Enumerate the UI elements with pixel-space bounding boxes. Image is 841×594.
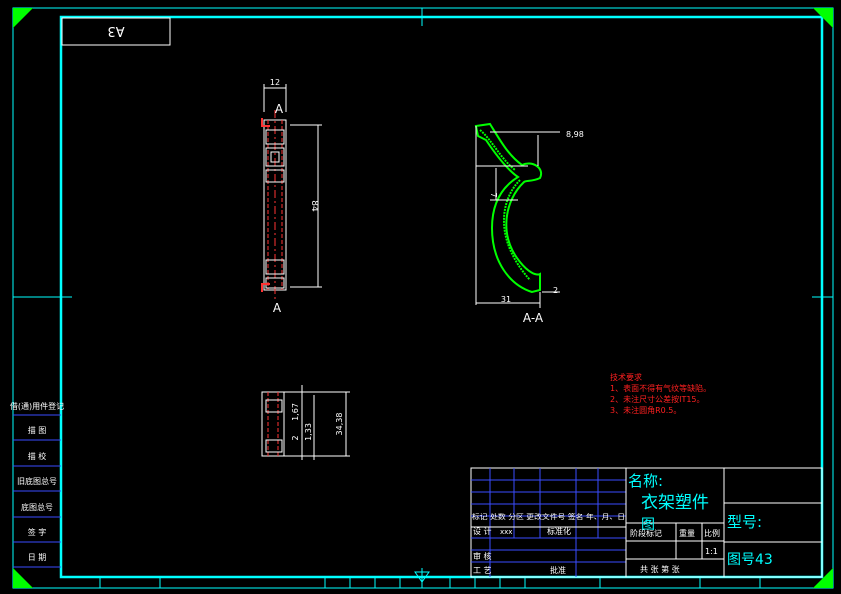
notes-item-3: 3、未注圆角R0.5。 (610, 405, 681, 415)
bottom-dim-c: 1,33 (304, 423, 313, 441)
front-dim-width: 12 (270, 78, 280, 87)
corner-marks (13, 8, 833, 588)
front-label-top: A (275, 102, 284, 116)
technical-notes: 技术要求 1、表面不得有气纹等缺陷。 2、未注尺寸公差按IT15。 3、未注圆角… (610, 372, 711, 415)
front-view: 12 84 A A (261, 78, 322, 315)
design-value: xxx (500, 528, 512, 536)
left-label-2: 描 图 (28, 425, 47, 435)
section-dim-base: 31 (501, 295, 511, 304)
part-name: 衣架塑件 (641, 493, 709, 513)
bottom-ticks (99, 577, 761, 588)
std-label: 标准化 (547, 526, 571, 536)
notes-item-2: 2、未注尺寸公差按IT15。 (610, 394, 705, 404)
section-profile (474, 122, 543, 294)
section-dim-mid: 7 (489, 192, 498, 197)
bottom-dim-d: 34,38 (335, 413, 344, 436)
left-label-4: 旧底图总号 (17, 476, 57, 486)
outer-frame (12, 7, 834, 589)
left-label-7: 日 期 (28, 553, 47, 562)
notes-heading: 技术要求 (610, 372, 642, 382)
design-label: 设 计 (473, 526, 492, 536)
drawing-canvas: A3 12 84 A A 8,98 7 31 2 A-A 1,67 2 1,33… (0, 0, 841, 594)
review-label: 审 核 (473, 551, 492, 561)
left-label-5: 底图总号 (21, 502, 53, 512)
left-column: 借(通)用件登记 描 图 描 校 旧底图总号 底图总号 签 字 日 期 (10, 401, 64, 568)
stage-label: 阶段标记 (630, 528, 662, 538)
section-view: 8,98 7 31 2 A-A (474, 122, 584, 325)
weight-label: 重量 (679, 528, 695, 538)
center-marks (13, 8, 833, 588)
scale-value: 1:1 (705, 547, 718, 556)
section-label: A-A (523, 311, 544, 325)
title-block: 标记 处数 分区 更改文件号 签名 年、月、日 设 计 xxx 标准化 审 核 … (470, 467, 823, 578)
model-label: 型号: (727, 513, 762, 531)
rev-header: 标记 处数 分区 更改文件号 签名 年、月、日 (472, 512, 625, 521)
bottom-dim-b: 2 (291, 435, 300, 440)
bottom-view: 1,67 2 1,33 34,38 (261, 385, 350, 460)
section-dim-right: 2 (553, 286, 558, 295)
drawing-no: 图号43 (727, 552, 773, 568)
notes-item-1: 1、表面不得有气纹等缺陷。 (610, 383, 711, 393)
left-label-6: 签 字 (28, 527, 47, 537)
left-label-1: 借(通)用件登记 (10, 401, 64, 411)
sheet-code-text: A3 (107, 23, 124, 38)
approve-label: 批准 (550, 565, 566, 575)
sheets-label: 共 张 第 张 (640, 564, 680, 574)
section-dim-top: 8,98 (566, 130, 584, 139)
left-label-3: 描 校 (28, 451, 47, 461)
front-dim-height: 84 (309, 200, 319, 212)
bottom-dim-a: 1,67 (291, 403, 300, 421)
scale-label: 比例 (704, 528, 720, 538)
front-label-bottom: A (273, 301, 282, 315)
name-label: 名称: (628, 472, 663, 490)
process-label: 工 艺 (473, 566, 492, 575)
cad-drawing: A3 12 84 A A 8,98 7 31 2 A-A 1,67 2 1,33… (10, 7, 834, 589)
